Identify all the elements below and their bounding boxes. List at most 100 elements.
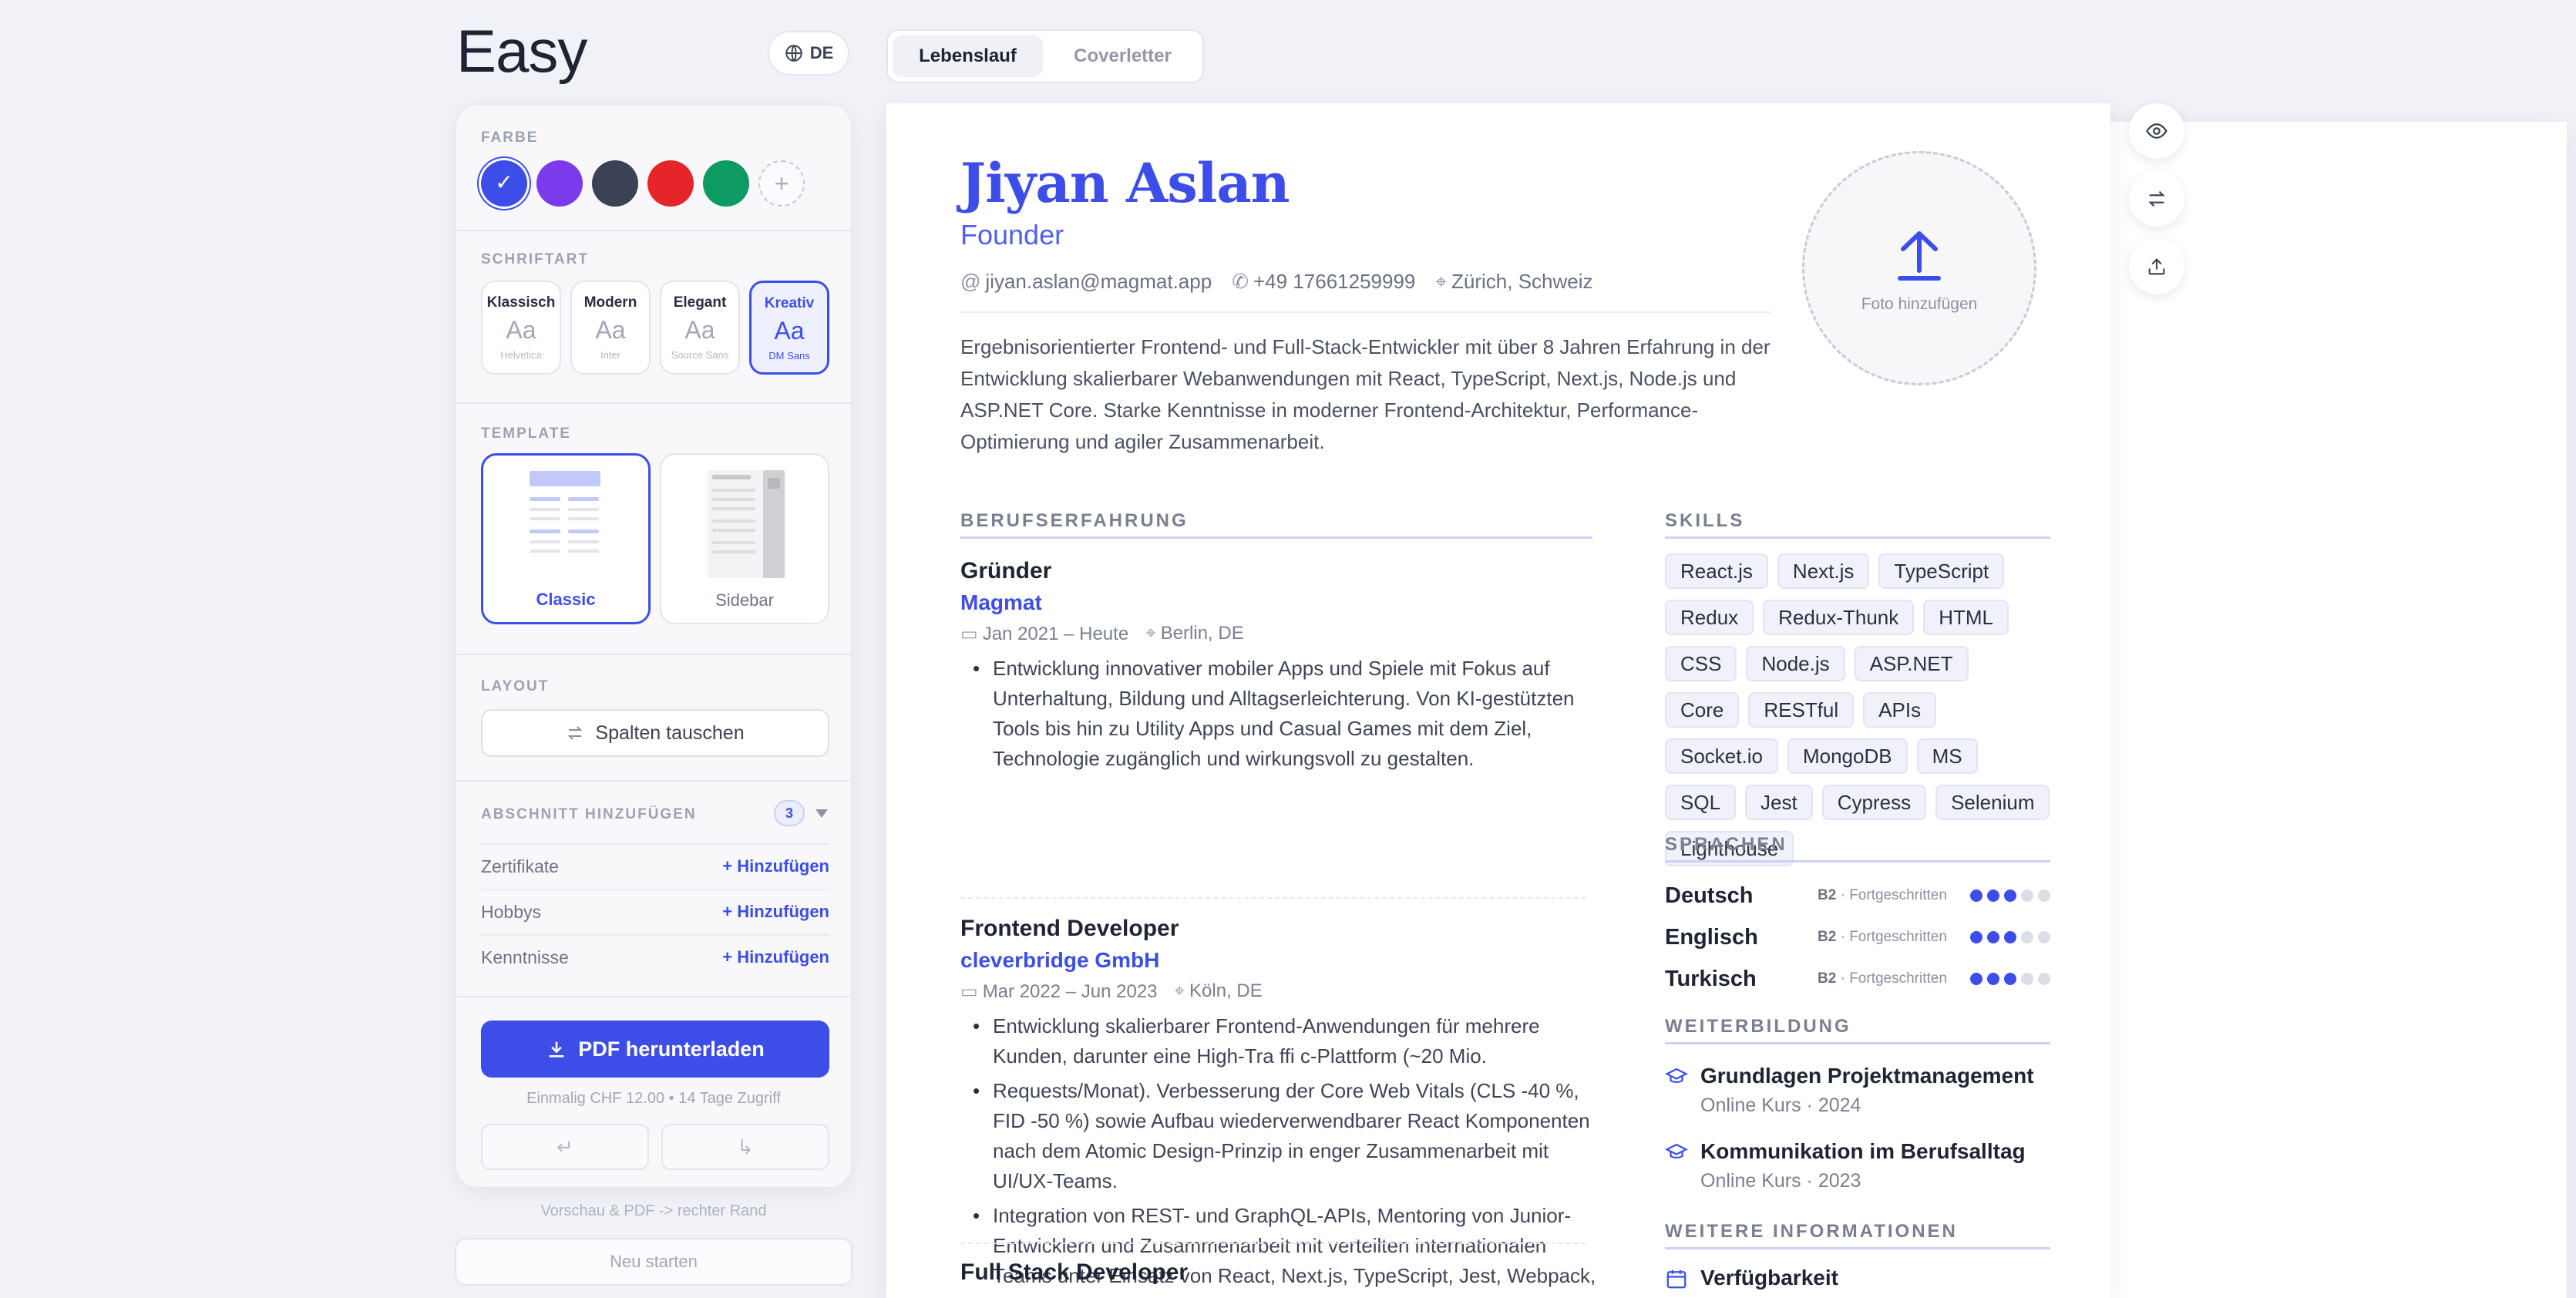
- tab-lebenslauf[interactable]: Lebenslauf: [893, 35, 1043, 77]
- template-sidebar-card[interactable]: Sidebar: [660, 453, 829, 624]
- add-section-row: Kenntnisse + Hinzufügen: [481, 934, 829, 979]
- level-dot: [2021, 931, 2033, 943]
- skill-chip[interactable]: Socket.io: [1665, 738, 1778, 774]
- education-item[interactable]: Grundlagen Projektmanagement Online Kurs…: [1665, 1064, 2050, 1117]
- at-icon: @: [960, 270, 981, 293]
- download-section: PDF herunterladen Einmalig CHF 12.00 • 1…: [456, 996, 851, 1187]
- cv-contacts: @ jiyan.aslan@magmat.app ✆ +49 17661259999…: [960, 270, 1593, 294]
- job-dates: ▭ Mar 2022 – Jun 2023: [960, 980, 1158, 1003]
- template-section: TEMPLATE Classic Sidebar: [456, 402, 851, 654]
- skill-chip[interactable]: Node.js: [1746, 646, 1845, 681]
- cv-summary[interactable]: Ergebnisorientierter Frontend- und Full-…: [960, 331, 1777, 458]
- skill-chip[interactable]: Next.js: [1777, 553, 1870, 589]
- share-button[interactable]: [2129, 239, 2184, 294]
- add-section-row: Hobbys + Hinzufügen: [481, 889, 829, 933]
- more-info-item[interactable]: Verfügbarkeit: [1665, 1266, 2050, 1290]
- language-name: Deutsch: [1665, 883, 1754, 908]
- skill-chip[interactable]: Redux-Thunk: [1763, 600, 1915, 635]
- skill-chip[interactable]: MS: [1916, 738, 1978, 774]
- skill-chip[interactable]: React.js: [1665, 553, 1768, 589]
- contact-phone[interactable]: ✆ +49 17661259999: [1232, 270, 1415, 294]
- level-dot: [2021, 889, 2033, 902]
- job-bullet[interactable]: Entwicklung innovativer mobiler Apps und…: [960, 654, 1600, 774]
- job-bullet[interactable]: Requests/Monat). Verbesserung der Core W…: [960, 1076, 1600, 1196]
- skill-chip[interactable]: TypeScript: [1878, 553, 2005, 589]
- add-color-button[interactable]: +: [758, 160, 805, 207]
- cv-role[interactable]: Founder: [960, 219, 1064, 251]
- font-option-card[interactable]: Kreativ Aa DM Sans: [749, 281, 829, 375]
- preview-hint: Vorschau & PDF -> rechter Rand: [540, 1202, 767, 1219]
- skill-chip[interactable]: Cypress: [1821, 785, 1927, 820]
- color-swatch[interactable]: [592, 160, 638, 207]
- language-row[interactable]: Deutsch B2 · Fortgeschritten: [1665, 880, 2050, 911]
- location-text: Zürich, Schweiz: [1451, 270, 1593, 293]
- level-dot: [1970, 973, 1982, 985]
- job-title[interactable]: Frontend Developer: [960, 916, 1179, 942]
- price-note: Einmalig CHF 12.00 • 14 Tage Zugriff: [526, 1090, 781, 1107]
- color-swatch[interactable]: [647, 160, 694, 207]
- job-dates-text: Jan 2021 – Heute: [982, 624, 1129, 644]
- skill-chip[interactable]: Jest: [1745, 785, 1813, 820]
- section-name: Zertifikate: [481, 856, 559, 876]
- skill-chip[interactable]: MongoDB: [1787, 738, 1908, 774]
- level-dot: [2038, 889, 2050, 902]
- tab-coverletter[interactable]: Coverletter: [1048, 35, 1198, 77]
- swap-columns-button[interactable]: Spalten tauschen: [481, 709, 829, 757]
- font-option-sample: Aa: [506, 316, 536, 344]
- add-section-button[interactable]: + Hinzufügen: [722, 947, 829, 967]
- template-classic-card[interactable]: Classic: [481, 453, 651, 624]
- font-option-card[interactable]: Klassisch Aa Helvetica: [481, 281, 561, 375]
- skill-chip[interactable]: ASP.NET: [1854, 646, 1969, 681]
- add-section-button[interactable]: + Hinzufügen: [722, 902, 829, 922]
- color-swatch[interactable]: [536, 160, 583, 207]
- level-dot: [2004, 889, 2016, 902]
- add-section-button[interactable]: + Hinzufügen: [722, 856, 829, 876]
- skill-chip[interactable]: Core: [1665, 692, 1740, 728]
- education-subtitle: Online Kurs · 2024: [1700, 1095, 1861, 1116]
- font-option-card[interactable]: Elegant Aa Source Sans: [660, 281, 740, 375]
- template-classic-label: Classic: [536, 590, 596, 609]
- job-title[interactable]: Gründer: [960, 558, 1051, 584]
- calendar-icon: ▭: [960, 981, 978, 1002]
- restart-button[interactable]: Neu starten: [455, 1238, 853, 1286]
- language-row[interactable]: Turkisch B2 · Fortgeschritten: [1665, 963, 2050, 994]
- font-option-card[interactable]: Modern Aa Inter: [570, 281, 651, 375]
- download-icon: [549, 1041, 564, 1058]
- undo-button[interactable]: ↵: [481, 1124, 649, 1170]
- language-level-label: Fortgeschritten: [1849, 887, 1947, 903]
- language-row[interactable]: Englisch B2 · Fortgeschritten: [1665, 922, 2050, 953]
- download-pdf-button[interactable]: PDF herunterladen: [481, 1021, 829, 1078]
- job-company[interactable]: cleverbridge GmbH: [960, 948, 1159, 973]
- skill-chip[interactable]: Selenium: [1935, 785, 2050, 820]
- add-color-label: +: [774, 169, 789, 197]
- job-bullet[interactable]: Entwicklung skalierbarer Frontend-Anwend…: [960, 1011, 1600, 1071]
- job-dates: ▭ Jan 2021 – Heute: [960, 623, 1128, 645]
- contact-email[interactable]: @ jiyan.aslan@magmat.app: [960, 270, 1212, 294]
- preview-button[interactable]: [2129, 103, 2184, 159]
- cv-name[interactable]: Jiyan Aslan: [960, 151, 1290, 215]
- skill-chip[interactable]: RESTful: [1748, 692, 1855, 728]
- job-company[interactable]: Magmat: [960, 590, 1042, 615]
- contact-location[interactable]: ⌖ Zürich, Schweiz: [1435, 270, 1592, 294]
- language-switch-button[interactable]: DE: [768, 31, 849, 76]
- graduation-icon: [1665, 1068, 1688, 1083]
- color-swatch[interactable]: [481, 160, 527, 207]
- color-swatch[interactable]: [703, 160, 749, 207]
- section-name: Hobbys: [481, 901, 541, 922]
- header-divider: [960, 311, 1771, 313]
- layout-section: LAYOUT Spalten tauschen: [456, 654, 851, 780]
- skill-chip[interactable]: Redux: [1665, 600, 1754, 635]
- skill-chip[interactable]: HTML: [1923, 600, 2009, 635]
- skill-chip[interactable]: SQL: [1665, 785, 1737, 820]
- education-item[interactable]: Kommunikation im Berufsalltag Online Kur…: [1665, 1139, 2050, 1192]
- swap-layout-button[interactable]: [2129, 171, 2184, 227]
- skill-chip[interactable]: CSS: [1665, 646, 1737, 681]
- skill-chip[interactable]: APIs: [1863, 692, 1937, 728]
- photo-upload[interactable]: Foto hinzufügen: [1802, 151, 2036, 385]
- redo-button[interactable]: ↳: [661, 1124, 829, 1170]
- job-title[interactable]: Full Stack Developer: [960, 1259, 1188, 1286]
- download-pdf-label: PDF herunterladen: [578, 1037, 765, 1061]
- font-option-sample: Aa: [595, 316, 626, 344]
- language-level-dots: [1970, 931, 2050, 943]
- collapse-toggle-icon[interactable]: [816, 809, 828, 818]
